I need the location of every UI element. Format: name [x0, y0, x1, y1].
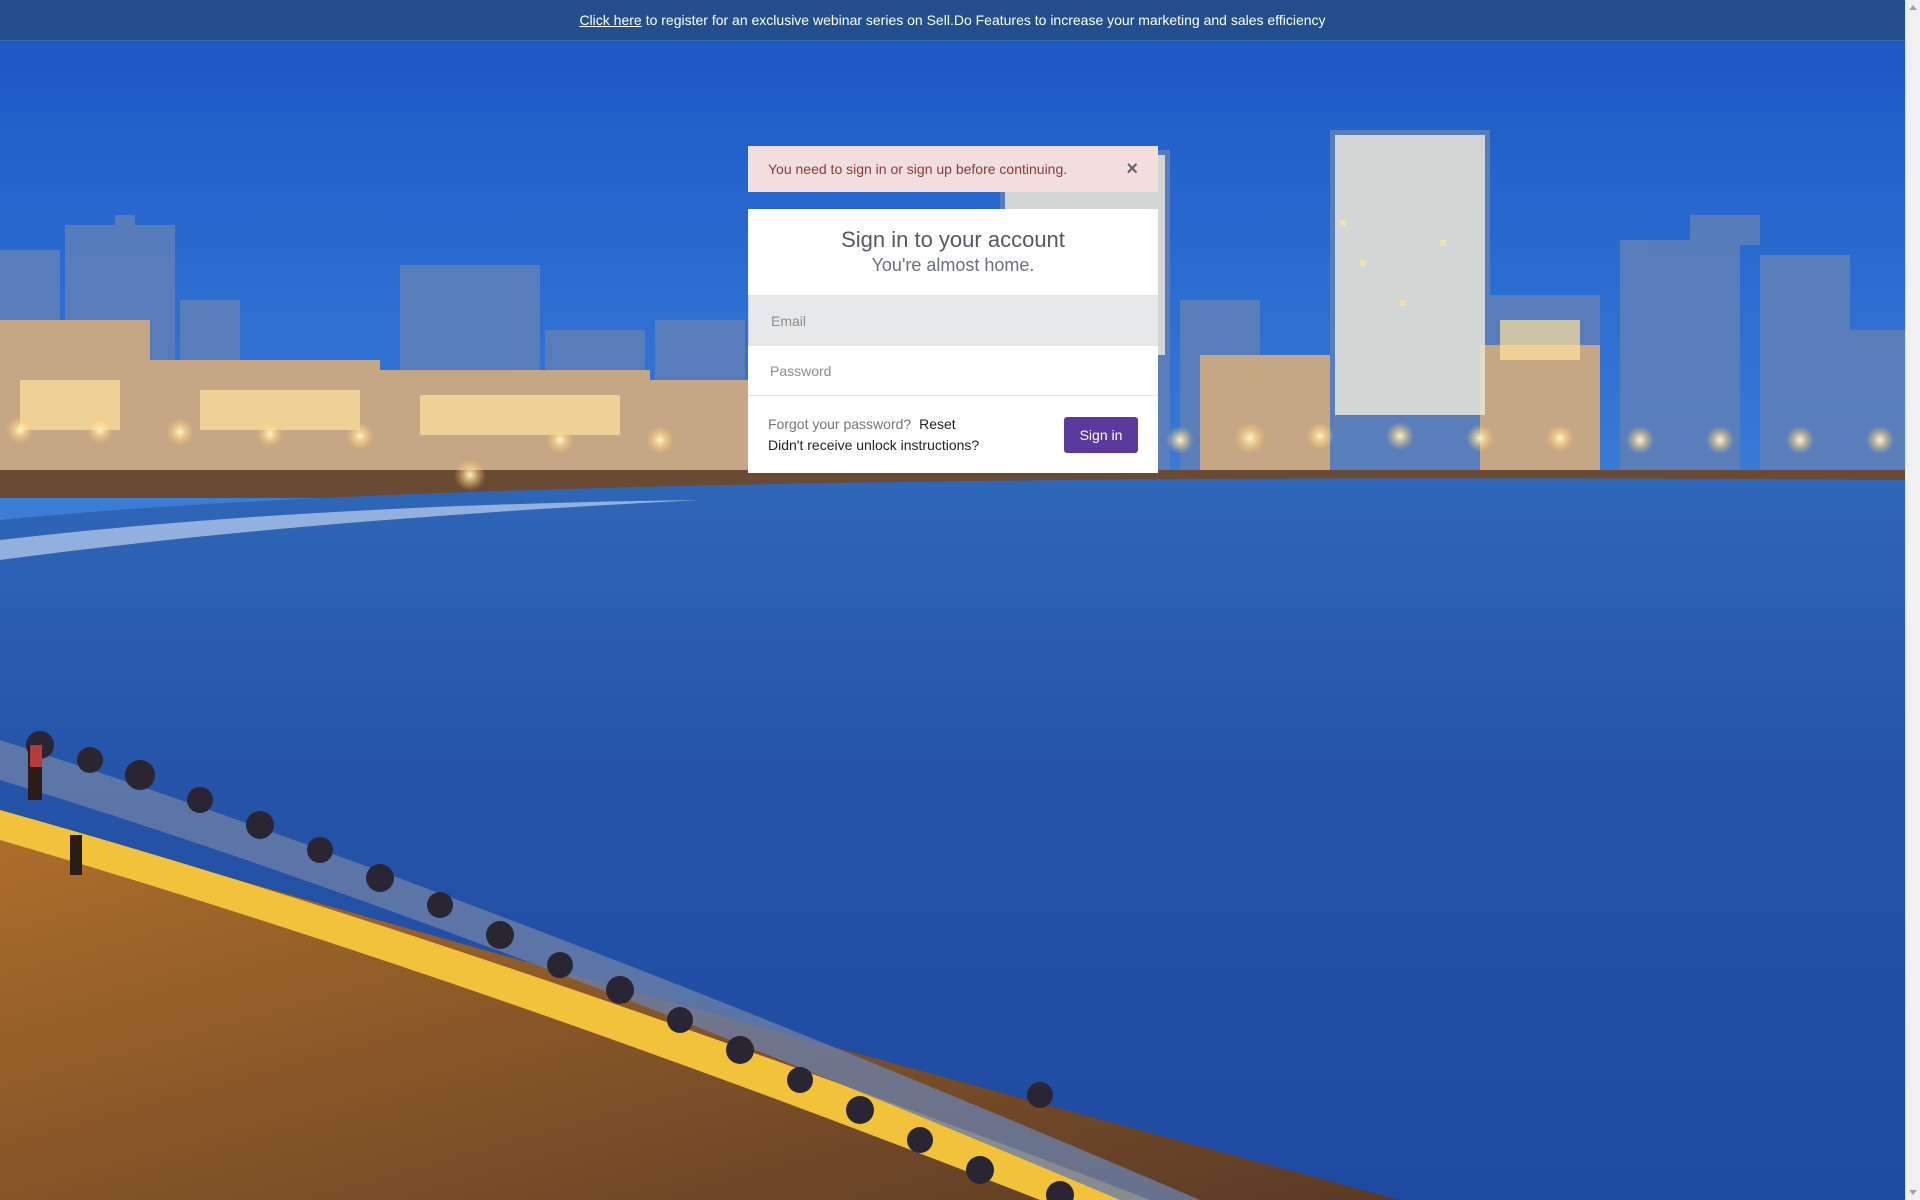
reset-password-link[interactable]: Reset	[919, 416, 956, 432]
sign-in-button[interactable]: Sign in	[1064, 416, 1138, 453]
login-card: Sign in to your account You're almost ho…	[748, 209, 1158, 473]
signin-required-alert: You need to sign in or sign up before co…	[748, 146, 1158, 192]
unlock-instructions-link[interactable]: Didn't receive unlock instructions?	[768, 437, 979, 453]
password-field-container	[748, 345, 1158, 395]
login-header: Sign in to your account You're almost ho…	[748, 209, 1158, 295]
register-link[interactable]: Click here	[579, 12, 641, 28]
login-title: Sign in to your account	[841, 227, 1065, 252]
scroll-up-icon[interactable]	[1909, 5, 1917, 10]
email-field-container	[748, 295, 1158, 345]
webinar-banner: Click here to register for an exclusive …	[0, 0, 1905, 41]
vertical-scrollbar[interactable]	[1905, 0, 1920, 1200]
alert-message: You need to sign in or sign up before co…	[768, 161, 1068, 177]
password-field[interactable]	[768, 361, 1138, 380]
forgot-password-text: Forgot your password?	[768, 415, 912, 432]
close-icon[interactable]: ×	[1126, 159, 1138, 179]
login-footer: Forgot your password? Reset Didn't recei…	[748, 395, 1158, 473]
login-subtitle: You're almost home.	[871, 255, 1035, 275]
banner-message: to register for an exclusive webinar ser…	[645, 12, 1326, 28]
scroll-down-icon[interactable]	[1909, 1190, 1917, 1195]
help-links: Forgot your password? Reset Didn't recei…	[768, 414, 979, 456]
email-field[interactable]	[769, 311, 1138, 330]
